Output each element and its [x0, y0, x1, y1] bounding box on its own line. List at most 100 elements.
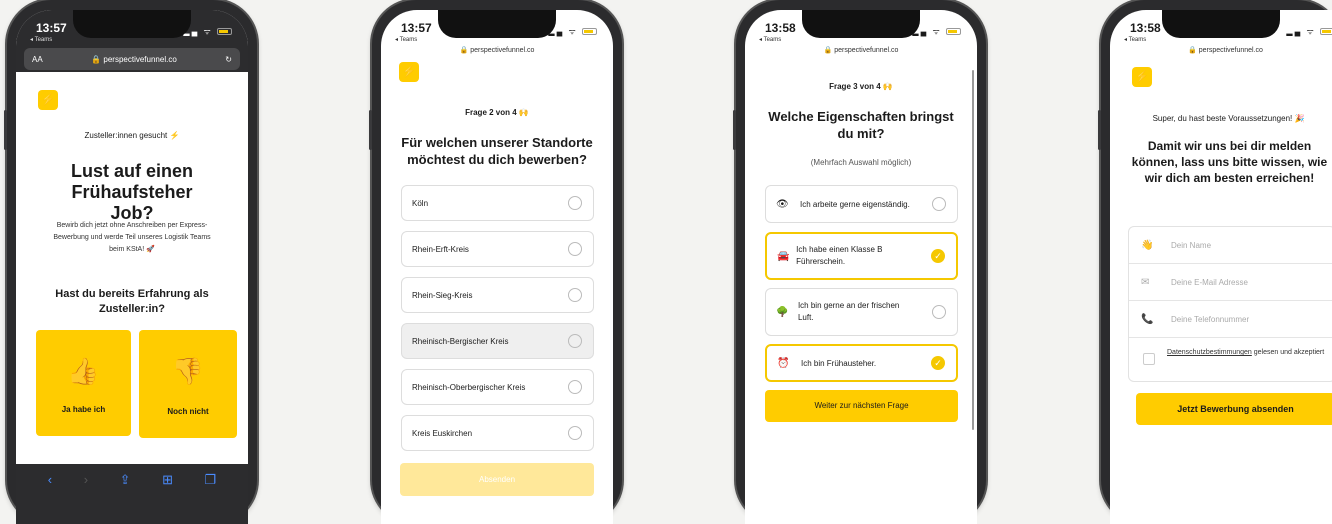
- eye-icon: 👁: [776, 198, 789, 210]
- yes-button[interactable]: 👍 Ja habe ich: [36, 330, 131, 436]
- submit-button[interactable]: Absenden: [400, 463, 594, 496]
- progress-label: Frage 3 von 4 🙌: [829, 82, 893, 91]
- option-fuehrerschein[interactable]: 🚘 Ich habe einen Klasse B Führerschein. …: [765, 232, 958, 280]
- address-bar[interactable]: AA 🔒 perspectivefunnel.co ↻: [24, 48, 240, 70]
- notch: [1161, 10, 1280, 38]
- checkbox-checked[interactable]: ✓: [931, 249, 945, 263]
- option-koeln[interactable]: Köln: [401, 185, 594, 221]
- status-time: 13:57: [36, 21, 67, 35]
- phone-2: 13:57 ◂ Teams ▂▄ ᯤ 🔒 perspectivefunnel.c…: [369, 0, 622, 524]
- alarm-clock-icon: ⏰: [777, 357, 790, 369]
- option-label: Köln: [412, 198, 429, 208]
- radio[interactable]: [568, 426, 582, 440]
- url-text: perspectivefunnel.co: [103, 54, 177, 64]
- signal-icons: ▂▄ ᯤ: [1286, 26, 1332, 37]
- question: Welche Eigenschaften bringst du mit?: [768, 109, 954, 141]
- submit-application-button[interactable]: Jetzt Bewerbung absenden: [1136, 393, 1332, 425]
- back-arrow-icon[interactable]: ‹: [48, 472, 52, 524]
- option-label: Kreis Euskirchen: [412, 428, 473, 438]
- url-text: perspectivefunnel.co: [834, 47, 899, 54]
- option-eigenstaendig[interactable]: 👁 Ich arbeite gerne eigenständig.: [765, 185, 958, 223]
- experience-question: Hast du bereits Erfahrung als Zusteller:…: [55, 288, 209, 315]
- status-time: 13:58: [765, 21, 796, 35]
- option-label: Rhein-Erft-Kreis: [412, 244, 469, 254]
- phone-icon: 📞: [1141, 313, 1154, 325]
- next-question-button[interactable]: Weiter zur nächsten Frage: [765, 390, 958, 422]
- radio[interactable]: [568, 334, 582, 348]
- option-rheinisch-oberbergisch[interactable]: Rheinisch-Oberbergischer Kreis: [401, 369, 594, 405]
- lock-icon: 🔒: [1188, 47, 1197, 54]
- waving-hand-icon: 👋: [1141, 239, 1154, 251]
- back-to-teams[interactable]: ◂ Teams: [395, 36, 417, 43]
- headline: Lust auf einen Frühaufsteher Job?: [70, 161, 193, 223]
- lock-icon: 🔒: [823, 47, 833, 54]
- phone-field[interactable]: 📞 Deine Telefonnummer: [1129, 301, 1332, 338]
- option-label: Rhein-Sieg-Kreis: [412, 290, 473, 300]
- envelope-icon: ✉: [1141, 276, 1150, 288]
- no-button[interactable]: 👎 Noch nicht: [139, 330, 237, 438]
- bolt-logo: ⚡: [38, 90, 58, 110]
- bolt-logo: ⚡: [1132, 67, 1152, 87]
- notch: [73, 10, 191, 38]
- phone-3: 13:58 ◂ Teams ▂▄ ᯤ 🔒 perspectivefunnel.c…: [733, 0, 986, 524]
- thumbs-down-icon: 👎: [171, 356, 205, 386]
- tabs-icon[interactable]: ❐: [205, 472, 217, 524]
- tree-icon: 🌳: [776, 306, 789, 318]
- option-label: Ich bin Frühausteher.: [801, 358, 877, 368]
- text-size-button[interactable]: AA: [32, 55, 43, 64]
- notch: [438, 10, 556, 38]
- lock-icon: 🔒: [91, 54, 102, 64]
- phone-4: 13:58 ◂ Teams ▂▄ ᯤ 🔒 perspectivefunnel.c…: [1098, 0, 1332, 524]
- reload-icon[interactable]: ↻: [225, 55, 232, 64]
- car-icon: 🚘: [777, 250, 790, 262]
- contact-headline: Damit wir uns bei dir melden können, las…: [1131, 139, 1328, 185]
- yes-label: Ja habe ich: [61, 405, 106, 414]
- scrollbar[interactable]: [972, 70, 974, 430]
- signal-icons: ▂▄ ᯤ: [912, 26, 961, 37]
- back-to-teams[interactable]: ◂ Teams: [1124, 36, 1146, 43]
- forward-arrow-icon[interactable]: ›: [84, 472, 88, 524]
- option-rheinisch-bergisch[interactable]: Rheinisch-Bergischer Kreis: [401, 323, 594, 359]
- email-field[interactable]: ✉ Deine E-Mail Adresse: [1129, 264, 1332, 301]
- option-euskirchen[interactable]: Kreis Euskirchen: [401, 415, 594, 451]
- status-time: 13:57: [401, 21, 432, 35]
- address-bar[interactable]: 🔒 perspectivefunnel.co: [745, 46, 977, 54]
- option-label: Ich arbeite gerne eigenständig.: [800, 199, 910, 209]
- checkbox[interactable]: [932, 197, 946, 211]
- signal-icons: ▂▄ ᯤ: [548, 26, 597, 37]
- checkbox-checked[interactable]: ✓: [931, 356, 945, 370]
- radio[interactable]: [568, 288, 582, 302]
- option-rhein-sieg[interactable]: Rhein-Sieg-Kreis: [401, 277, 594, 313]
- bolt-logo: ⚡: [399, 62, 419, 82]
- tagline: Zusteller:innen gesucht ⚡: [84, 131, 180, 140]
- share-icon[interactable]: ⇪: [120, 472, 131, 524]
- option-fruehausteher[interactable]: ⏰ Ich bin Frühausteher. ✓: [765, 344, 958, 382]
- url-text: perspectivefunnel.co: [1198, 47, 1263, 54]
- privacy-link[interactable]: Datenschutzbestimmungen: [1167, 349, 1252, 356]
- signal-icons: ▂▄ ᯤ: [183, 26, 232, 37]
- radio[interactable]: [568, 196, 582, 210]
- address-bar[interactable]: 🔒 perspectivefunnel.co: [1110, 46, 1332, 54]
- radio[interactable]: [568, 380, 582, 394]
- radio[interactable]: [568, 242, 582, 256]
- privacy-text: Datenschutzbestimmungen gelesen und akze…: [1167, 348, 1332, 358]
- privacy-checkbox[interactable]: [1143, 353, 1155, 365]
- progress-label: Frage 2 von 4 🙌: [465, 108, 529, 117]
- bookmarks-icon[interactable]: ⊞: [162, 472, 173, 524]
- back-to-teams[interactable]: ◂ Teams: [759, 36, 781, 43]
- option-rhein-erft[interactable]: Rhein-Erft-Kreis: [401, 231, 594, 267]
- status-time: 13:58: [1130, 21, 1161, 35]
- email-placeholder: Deine E-Mail Adresse: [1171, 277, 1248, 287]
- body-text: Bewirb dich jetzt ohne Anschreiben per E…: [53, 222, 211, 253]
- notch: [802, 10, 920, 38]
- option-frische-luft[interactable]: 🌳 Ich bin gerne an der frischen Luft.: [765, 288, 958, 336]
- checkbox[interactable]: [932, 305, 946, 319]
- phone-1: 13:57 ◂ Teams ▂▄ ᯤ AA 🔒 perspectivefunne…: [4, 0, 257, 524]
- success-text: Super, du hast beste Voraussetzungen! 🎉: [1152, 114, 1305, 123]
- hint: (Mehrfach Auswahl möglich): [810, 158, 912, 167]
- no-label: Noch nicht: [167, 407, 209, 416]
- name-field[interactable]: 👋 Dein Name: [1129, 227, 1332, 264]
- back-to-teams[interactable]: ◂ Teams: [30, 36, 52, 43]
- privacy-rest: gelesen und akzeptiert: [1251, 349, 1325, 356]
- address-bar[interactable]: 🔒 perspectivefunnel.co: [381, 46, 613, 54]
